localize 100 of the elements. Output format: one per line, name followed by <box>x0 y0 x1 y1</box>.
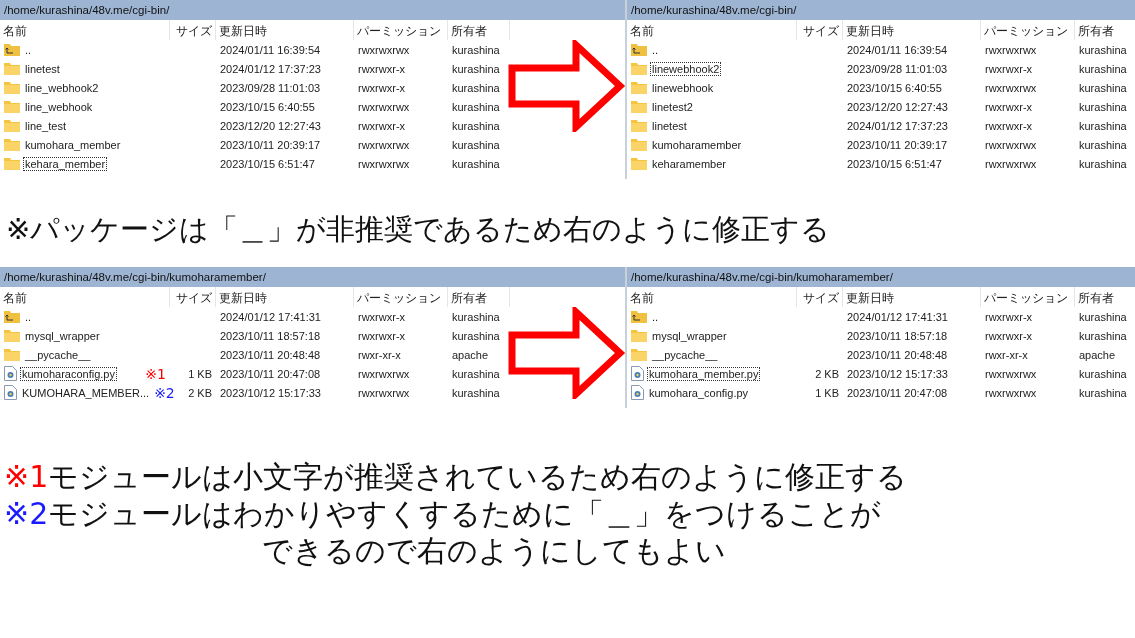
owner: kurashina <box>1079 329 1127 342</box>
owner: apache <box>1079 348 1116 361</box>
owner: kurashina <box>452 119 500 132</box>
owner: kurashina <box>1079 367 1127 380</box>
path-bar: /home/kurashina/48v.me/cgi-bin/kumoharamember/ <box>627 267 1135 287</box>
note-text: ※パッケージは「＿」が非推奨であるため右のように修正する <box>6 211 832 248</box>
owner: kurashina <box>1079 138 1127 151</box>
column-header[interactable]: 所有者 <box>448 287 510 307</box>
file-name[interactable]: kumohara_config.py <box>648 386 750 399</box>
file-name[interactable]: linetest2 <box>651 100 694 113</box>
note-text: モジュールは小文字が推奨されているため右のように修正する <box>48 459 908 494</box>
column-header[interactable]: パーミッション <box>981 20 1075 40</box>
modified-date: 2023/10/12 15:17:33 <box>220 386 321 399</box>
modified-date: 2023/09/28 11:01:03 <box>847 62 948 75</box>
owner: kurashina <box>1079 43 1127 56</box>
owner: kurashina <box>452 81 500 94</box>
folder-icon <box>4 100 20 113</box>
note-marker: ※1 <box>4 459 49 494</box>
owner: kurashina <box>1079 310 1127 323</box>
folder-icon <box>4 81 20 94</box>
file-name[interactable]: kumohara_member <box>24 138 122 151</box>
path-bar: /home/kurashina/48v.me/cgi-bin/kumoharamember/ <box>0 267 625 287</box>
folder-icon <box>631 348 647 361</box>
file-name[interactable]: linetest <box>651 119 688 132</box>
file-size: 1 KB <box>188 367 212 380</box>
permissions: rwxrwxr-x <box>358 81 406 94</box>
folder-icon <box>4 329 20 342</box>
path-bar: /home/kurashina/48v.me/cgi-bin/ <box>0 0 625 20</box>
file-name[interactable]: linewebhook <box>651 81 715 94</box>
permissions: rwxrwxrwx <box>358 138 410 151</box>
permissions: rwxrwxr-x <box>985 62 1033 75</box>
python-file-icon <box>4 366 17 381</box>
python-file-icon <box>4 385 17 400</box>
permissions: rwxrwxr-x <box>358 310 406 323</box>
python-file-icon <box>631 385 644 400</box>
modified-date: 2023/12/20 12:27:43 <box>220 119 321 132</box>
column-header[interactable]: 更新日時 <box>216 287 354 307</box>
file-name[interactable]: line_webhook <box>24 100 94 113</box>
column-header[interactable]: サイズ <box>170 20 216 40</box>
folder-icon <box>4 119 20 132</box>
file-name[interactable]: .. <box>24 43 33 56</box>
permissions: rwxrwxrwx <box>358 100 410 113</box>
column-header[interactable]: サイズ <box>797 20 843 40</box>
file-name[interactable]: kumohara_member.py <box>648 367 760 380</box>
column-header[interactable]: 所有者 <box>1075 287 1135 307</box>
modified-date: 2023/10/15 6:51:47 <box>220 157 315 170</box>
folder-icon <box>631 62 647 75</box>
column-header[interactable]: 所有者 <box>1075 20 1135 40</box>
file-name[interactable]: .. <box>651 43 660 56</box>
column-header[interactable]: パーミッション <box>354 287 448 307</box>
owner: kurashina <box>452 138 500 151</box>
owner: kurashina <box>452 310 500 323</box>
file-name[interactable]: KUMOHARA_MEMBER... <box>21 386 151 399</box>
folder-icon <box>631 329 647 342</box>
file-name[interactable]: keharamember <box>651 157 727 170</box>
owner: kurashina <box>1079 100 1127 113</box>
modified-date: 2023/10/12 15:17:33 <box>847 367 948 380</box>
file-name[interactable]: line_test <box>24 119 67 132</box>
column-header[interactable]: 名前 <box>627 287 797 307</box>
permissions: rwxr-xr-x <box>985 348 1028 361</box>
file-name[interactable]: linetest <box>24 62 61 75</box>
folder-icon <box>4 348 20 361</box>
file-name[interactable]: kumoharamember <box>651 138 743 151</box>
owner: kurashina <box>452 157 500 170</box>
column-header[interactable]: 名前 <box>627 20 797 40</box>
permissions: rwxrwxrwx <box>985 81 1037 94</box>
column-header[interactable]: パーミッション <box>981 287 1075 307</box>
owner: kurashina <box>452 62 500 75</box>
column-header[interactable]: サイズ <box>797 287 843 307</box>
file-name[interactable]: __pycache__ <box>24 348 92 361</box>
modified-date: 2024/01/12 17:41:31 <box>220 310 321 323</box>
column-header[interactable]: パーミッション <box>354 20 448 40</box>
file-name[interactable]: .. <box>24 310 33 323</box>
file-name[interactable]: mysql_wrapper <box>24 329 101 342</box>
modified-date: 2023/10/15 6:40:55 <box>847 81 942 94</box>
file-name[interactable]: kumoharaconfig.py <box>21 367 116 380</box>
folder-icon <box>4 157 20 170</box>
file-name[interactable]: __pycache__ <box>651 348 719 361</box>
column-header[interactable]: サイズ <box>170 287 216 307</box>
file-name[interactable]: line_webhook2 <box>24 81 100 94</box>
column-header[interactable]: 名前 <box>0 20 170 40</box>
column-header[interactable]: 名前 <box>0 287 170 307</box>
file-name[interactable]: .. <box>651 310 660 323</box>
column-header[interactable]: 更新日時 <box>216 20 354 40</box>
permissions: rwxrwxrwx <box>358 367 410 380</box>
owner: kurashina <box>1079 62 1127 75</box>
note-text: できるので右のようにしてもよい <box>261 532 727 569</box>
column-header[interactable]: 所有者 <box>448 20 510 40</box>
permissions: rwxrwxrwx <box>985 386 1037 399</box>
file-name[interactable]: mysql_wrapper <box>651 329 728 342</box>
column-header[interactable]: 更新日時 <box>843 287 981 307</box>
permissions: rwxrwxr-x <box>358 62 406 75</box>
file-name[interactable]: kehara_member <box>24 157 107 170</box>
modified-date: 2024/01/12 17:37:23 <box>847 119 948 132</box>
column-header[interactable]: 更新日時 <box>843 20 981 40</box>
permissions: rwxrwxr-x <box>985 310 1033 323</box>
file-name[interactable]: linewebhook2 <box>651 62 721 75</box>
parent-folder-icon <box>4 43 20 56</box>
modified-date: 2023/10/11 20:47:08 <box>220 367 321 380</box>
permissions: rwxrwxrwx <box>358 157 410 170</box>
